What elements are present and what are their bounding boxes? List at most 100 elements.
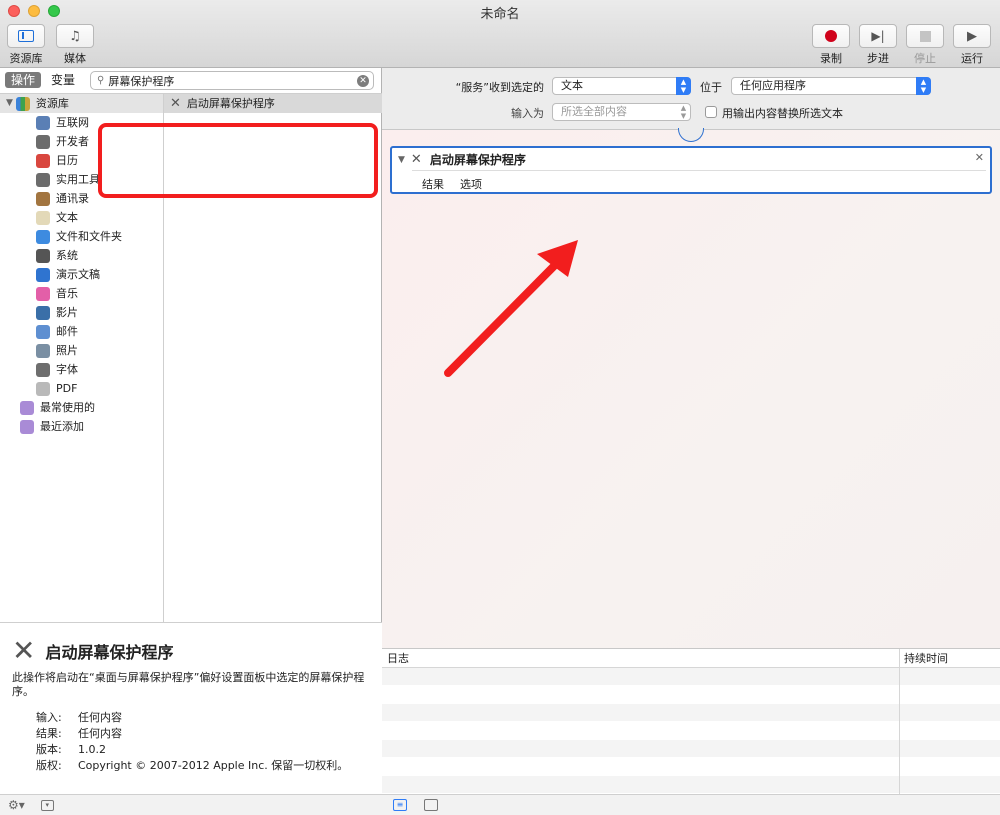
search-field[interactable]: ⚲ ✕ xyxy=(90,71,374,90)
clear-search-icon[interactable]: ✕ xyxy=(357,74,369,87)
smart-folders: 最常使用的 最近添加 xyxy=(0,398,163,436)
library-item[interactable]: 最近添加 xyxy=(0,417,163,436)
record-icon xyxy=(825,30,837,42)
toggle-description-icon[interactable]: ▾ xyxy=(40,799,54,811)
library-item-label: 最近添加 xyxy=(40,420,84,433)
library-root-item[interactable]: ▼ 资源库 xyxy=(0,94,163,113)
log-row xyxy=(382,776,1000,794)
library-item-label: 通讯录 xyxy=(56,192,89,205)
run-button-label: 运行 xyxy=(961,52,983,65)
library-item-label: 开发者 xyxy=(56,135,89,148)
description-text: 此操作将启动在“桌面与屏幕保护程序”偏好设置面板中选定的屏幕保护程序。 xyxy=(12,671,365,698)
library-item-label: 文件和文件夹 xyxy=(56,230,122,243)
smart-folder-icon xyxy=(20,400,34,415)
description-version-row: 版本: 1.0.2 xyxy=(36,741,106,757)
stop-button-label: 停止 xyxy=(914,52,936,65)
action-description-pane: ✕ 启动屏幕保护程序 此操作将启动在“桌面与屏幕保护程序”偏好设置面板中选定的屏… xyxy=(0,622,382,794)
mail-icon xyxy=(36,324,50,339)
record-button-label: 录制 xyxy=(820,52,842,65)
font-icon xyxy=(36,362,50,377)
tab-variables[interactable]: 变量 xyxy=(45,72,81,88)
library-button-label: 资源库 xyxy=(9,52,43,65)
library-item[interactable]: 文件和文件夹 xyxy=(0,227,163,246)
service-in-label: 位于 xyxy=(700,81,722,94)
stop-icon xyxy=(919,30,931,42)
result-value: 任何内容 xyxy=(78,727,122,740)
library-item-label: 音乐 xyxy=(56,287,78,300)
globe-icon xyxy=(36,115,50,130)
duration-column-header[interactable]: 持续时间 xyxy=(904,649,948,669)
smart-folder-icon xyxy=(20,419,34,434)
library-item[interactable]: PDF xyxy=(0,379,163,398)
library-item[interactable]: 邮件 xyxy=(0,322,163,341)
stop-button[interactable]: 停止 xyxy=(905,24,945,66)
library-item-label: 邮件 xyxy=(56,325,78,338)
library-item[interactable]: 最常使用的 xyxy=(0,398,163,417)
movie-icon xyxy=(36,305,50,320)
automator-window: 未命名 资源库 ♫ 媒体 录制 ▶| 步进 停止 ▶ 运行 操作 变量 ⚲ 屏幕… xyxy=(0,0,1000,815)
library-item-label: 日历 xyxy=(56,154,78,167)
description-header: ✕ 启动屏幕保护程序 xyxy=(12,637,173,665)
input-is-select: 所选全部内容 ▲ ▼ xyxy=(552,103,691,121)
library-item[interactable]: 影片 xyxy=(0,303,163,322)
step-icon: ▶| xyxy=(871,29,885,43)
library-item[interactable]: 文本 xyxy=(0,208,163,227)
step-button[interactable]: ▶| 步进 xyxy=(858,24,898,66)
action-item-label: 启动屏幕保护程序 xyxy=(186,97,275,110)
library-button[interactable]: 资源库 xyxy=(6,24,46,66)
input-is-select-value: 所选全部内容 xyxy=(561,105,627,118)
workflow-canvas[interactable]: ▼ ✕ 启动屏幕保护程序 ✕ 结果 选项 xyxy=(382,128,1000,648)
log-row xyxy=(382,722,1000,740)
run-button[interactable]: ▶ 运行 xyxy=(952,24,992,66)
library-item[interactable]: 演示文稿 xyxy=(0,265,163,284)
media-icon: ♫ xyxy=(69,28,81,44)
replace-text-label: 用输出内容替换所选文本 xyxy=(722,107,843,120)
record-button[interactable]: 录制 xyxy=(811,24,851,66)
description-result-row: 结果: 任何内容 xyxy=(36,725,122,741)
library-item[interactable]: 字体 xyxy=(0,360,163,379)
photo-icon xyxy=(36,343,50,358)
log-table xyxy=(382,668,1000,794)
split-view-icon[interactable] xyxy=(424,799,438,811)
receives-select[interactable]: 文本 ▲ ▼ xyxy=(552,77,691,95)
action-item[interactable]: ✕ 启动屏幕保护程序 xyxy=(164,94,382,113)
library-item[interactable]: 照片 xyxy=(0,341,163,360)
media-button-label: 媒体 xyxy=(64,52,86,65)
log-column-divider xyxy=(899,668,900,794)
library-item[interactable]: 音乐 xyxy=(0,284,163,303)
service-settings-bar: “服务”收到选定的 文本 ▲ ▼ 位于 任何应用程序 ▲ ▼ 输入为 所选全部内容 … xyxy=(382,68,1000,130)
media-button[interactable]: ♫ 媒体 xyxy=(55,24,95,66)
log-column-header[interactable]: 日志 xyxy=(387,649,409,669)
sidebar-icon xyxy=(18,30,34,42)
workflow-bottom-bar: ≡ xyxy=(382,794,1000,815)
application-select[interactable]: 任何应用程序 ▲ ▼ xyxy=(731,77,931,95)
service-receives-label: “服务”收到选定的 xyxy=(455,81,544,94)
library-item-label: 最常使用的 xyxy=(40,401,95,414)
tab-actions[interactable]: 操作 xyxy=(5,72,42,88)
library-item-label: 文本 xyxy=(56,211,78,224)
list-view-icon[interactable]: ≡ xyxy=(393,799,407,811)
application-select-value: 任何应用程序 xyxy=(740,79,806,92)
library-pane: 操作 变量 ⚲ ✕ ▼ 资源库 互联网开发者日历实用工具通讯录文本文件和文件夹系… xyxy=(0,68,382,815)
replace-text-checkbox[interactable] xyxy=(705,106,717,118)
log-row xyxy=(382,758,1000,776)
library-item-label: 互联网 xyxy=(56,116,89,129)
gear-icon[interactable]: ⚙▾ xyxy=(8,798,25,812)
search-icon: ⚲ xyxy=(97,75,105,86)
music-icon xyxy=(36,286,50,301)
search-input[interactable] xyxy=(108,74,357,87)
description-copyright-row: 版权: Copyright © 2007-2012 Apple Inc. 保留一切… xyxy=(36,757,348,773)
receives-select-value: 文本 xyxy=(561,79,583,92)
copyright-value: Copyright © 2007-2012 Apple Inc. 保留一切权利。 xyxy=(78,759,349,772)
library-item-label: 实用工具 xyxy=(56,173,100,186)
library-books-icon xyxy=(15,96,30,111)
library-item[interactable]: 系统 xyxy=(0,246,163,265)
window-title: 未命名 xyxy=(480,7,520,22)
log-row xyxy=(382,704,1000,722)
keynote-icon xyxy=(36,267,50,282)
library-item-label: 影片 xyxy=(56,306,78,319)
version-value: 1.0.2 xyxy=(78,743,106,756)
annotation-arrow xyxy=(444,240,578,377)
tools-icon: ✕ xyxy=(170,96,181,111)
log-header: 日志 持续时间 xyxy=(382,648,1000,775)
